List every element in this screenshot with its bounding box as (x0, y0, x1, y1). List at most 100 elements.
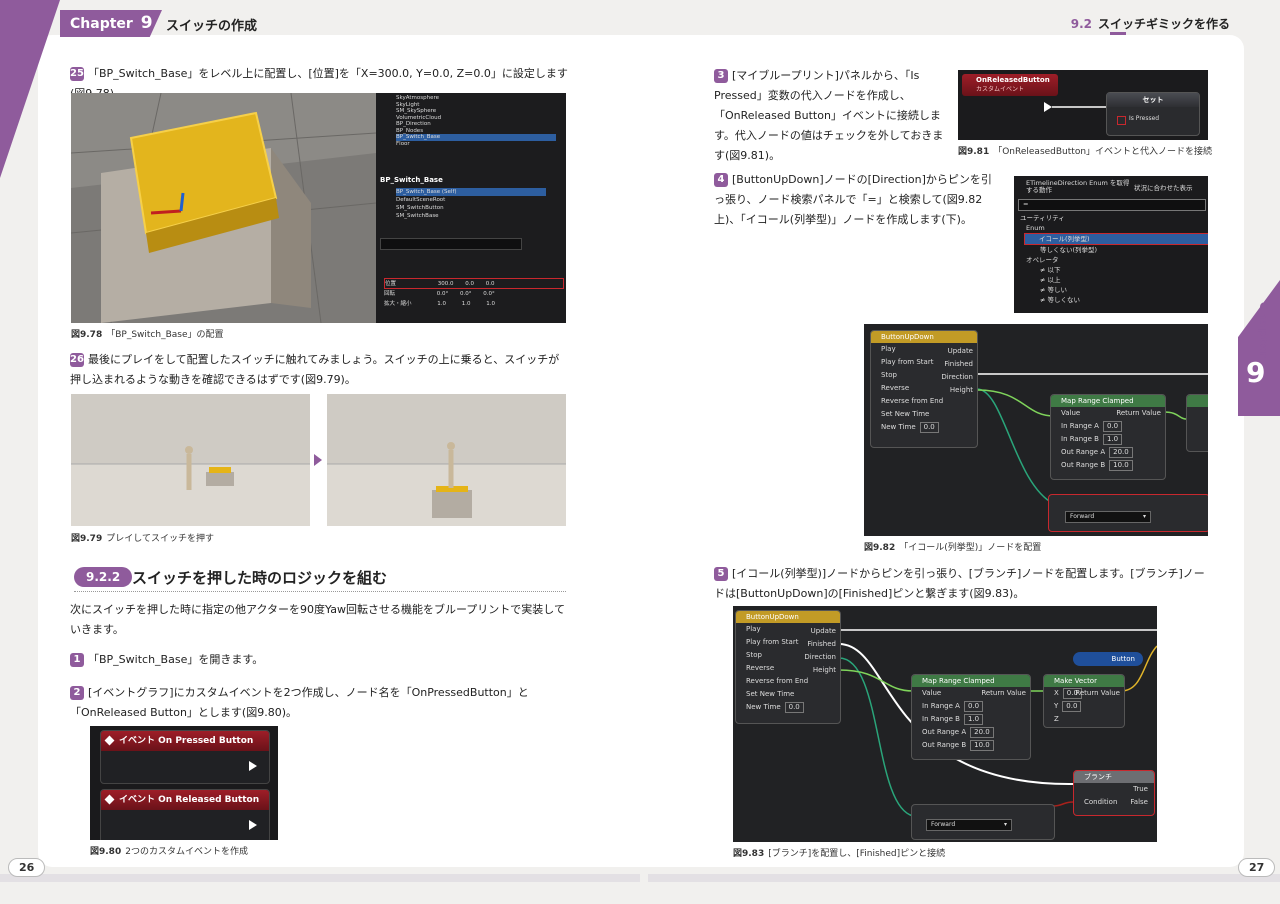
out-pin[interactable]: Finished (941, 358, 973, 371)
out-pin[interactable]: Return Value (981, 687, 1026, 700)
caption-text: プレイしてスイッチを押す (106, 534, 214, 544)
component-item[interactable]: BP_Switch_Base (Self) (396, 188, 546, 196)
result-equal-enum[interactable]: イコール(列挙型) (1024, 233, 1208, 245)
timeline-node[interactable]: ButtonUpDown Play Play from Start Stop R… (735, 610, 841, 724)
out-pin[interactable]: Update (804, 625, 836, 638)
editor-panels: SkyAtmosphere SkyLight SM_SkySphere Volu… (376, 93, 566, 323)
caption-9-80: 図9.80 2つのカスタムイベントを作成 (90, 844, 248, 857)
pin[interactable]: Y 0.0 (1044, 700, 1124, 713)
pin[interactable]: X 0.0 Return Value (1044, 687, 1124, 700)
pin-value[interactable]: 0.0 (784, 702, 804, 713)
pin-label: In Range B (922, 715, 960, 723)
pin-label: In Range A (1061, 422, 1099, 430)
pin[interactable]: Out Range A 20.0 (912, 726, 1030, 739)
context-sensitive-toggle[interactable]: 状況に合わせた表示 (1134, 182, 1193, 192)
pin[interactable]: Out Range B 10.0 (1051, 459, 1165, 472)
equal-enum-node[interactable]: Forward ▾ (911, 804, 1055, 840)
out-pin[interactable]: Finished (804, 638, 836, 651)
pin-value[interactable]: 10.0 (970, 740, 994, 751)
result-operator[interactable]: ≠ 等しくない (1020, 295, 1208, 305)
caption-9-78: 図9.78 「BP_Switch_Base」の配置 (71, 327, 224, 340)
out-pin[interactable]: Update (941, 345, 973, 358)
branch-node[interactable]: ブランチ True Condition False (1073, 770, 1155, 816)
component-item[interactable]: SM_SwitchBase (396, 212, 546, 220)
pin-value[interactable]: 10.0 (1109, 460, 1133, 471)
event-node-released[interactable]: イベント On Released Button (100, 789, 270, 840)
enum-dropdown[interactable]: Forward ▾ (926, 819, 1012, 831)
pin[interactable]: New Time 0.0 (871, 421, 977, 434)
timeline-node[interactable]: ButtonUpDown Play Play from Start Stop R… (870, 330, 978, 448)
category-operator[interactable]: オペレータ (1020, 255, 1208, 265)
out-pin[interactable]: Height (941, 384, 973, 397)
details-search-input[interactable] (380, 238, 522, 250)
equal-enum-node[interactable]: Forward ▾ (1048, 494, 1208, 532)
exec-pin-icon[interactable] (249, 820, 257, 830)
pin[interactable]: Value Return Value (1051, 407, 1165, 420)
step-text: 最後にプレイをして配置したスイッチに触れてみましょう。スイッチの上に乗ると、スイ… (70, 353, 560, 386)
pin-value[interactable]: 0.0 (1102, 421, 1123, 432)
exec-pin-icon[interactable] (249, 761, 257, 771)
out-pin[interactable]: Height (804, 664, 836, 677)
result-not-equal-enum[interactable]: 等しくない(列挙型) (1020, 245, 1208, 255)
pin[interactable]: In Range A 0.0 (1051, 420, 1165, 433)
step-text: [ButtonUpDown]ノードの[Direction]からピンを引っ張り、ノ… (714, 173, 992, 226)
step-text: [イベントグラフ]にカスタムイベントを2つ作成し、ノード名を「OnPressed… (70, 686, 529, 719)
figure-number: 図9.79 (71, 534, 103, 544)
chapter-tab: Chapter 9 (60, 10, 162, 37)
out-pin[interactable]: False (1130, 796, 1148, 809)
variable-label: Button (1111, 655, 1135, 663)
scale-row[interactable]: 拡大・縮小 1.0 1.0 1.0 (384, 299, 564, 309)
rotation-row[interactable]: 回転 0.0° 0.0° 0.0° (384, 289, 564, 299)
button-variable-node[interactable]: Button (1073, 652, 1143, 666)
component-item[interactable]: DefaultSceneRoot (396, 196, 546, 204)
pin[interactable]: Set New Time (871, 408, 977, 421)
out-pin[interactable]: True (1133, 783, 1148, 796)
pin-value[interactable]: 0.0 (1062, 701, 1082, 712)
out-pin[interactable]: Return Value (1075, 687, 1120, 700)
is-pressed-checkbox[interactable] (1117, 116, 1126, 125)
outliner-list: SkyAtmosphere SkyLight SM_SkySphere Volu… (396, 95, 556, 147)
step-1: 1 「BP_Switch_Base」を開きます。 (70, 650, 568, 670)
pin-value[interactable]: 20.0 (1109, 447, 1133, 458)
component-item[interactable]: SM_SwitchButton (396, 204, 546, 212)
pin[interactable]: True (1074, 783, 1154, 796)
map-range-node[interactable]: Map Range Clamped Value Return Value In R… (911, 674, 1031, 760)
pin[interactable]: In Range B 1.0 (1051, 433, 1165, 446)
map-range-node[interactable]: Map Range Clamped Value Return Value In R… (1050, 394, 1166, 480)
location-row[interactable]: 位置 300.0 0.0 0.0 (384, 278, 564, 289)
pin[interactable]: Value Return Value (912, 687, 1030, 700)
result-operator[interactable]: ≠ 以上 (1020, 275, 1208, 285)
out-pin[interactable]: Return Value (1116, 407, 1161, 420)
pin-label: Value (922, 689, 942, 697)
pin-value[interactable]: 1.0 (963, 714, 984, 725)
event-node-pressed[interactable]: イベント On Pressed Button (100, 730, 270, 784)
category-utility[interactable]: ユーティリティ (1020, 213, 1208, 223)
make-vector-node-partial[interactable] (1186, 394, 1208, 452)
pin-value[interactable]: 0.0 (963, 701, 984, 712)
pin[interactable]: Set New Time (736, 688, 840, 701)
pin[interactable]: Condition False (1074, 796, 1154, 809)
side-tab-number: 9 (1246, 356, 1266, 389)
search-input[interactable]: = (1018, 199, 1206, 211)
category-enum[interactable]: Enum (1020, 223, 1208, 233)
pin[interactable]: In Range A 0.0 (912, 700, 1030, 713)
make-vector-node[interactable]: Make Vector X 0.0 Return Value Y 0.0 Z (1043, 674, 1125, 728)
pin[interactable]: New Time 0.0 (736, 701, 840, 714)
set-node[interactable]: セット Is Pressed (1106, 92, 1200, 136)
pin-value[interactable]: 1.0 (1102, 434, 1123, 445)
outliner-item[interactable]: Floor (396, 141, 556, 148)
out-pin[interactable]: Direction (941, 371, 973, 384)
pin[interactable]: Z (1044, 713, 1124, 726)
pin-label: Out Range B (922, 741, 967, 749)
pin[interactable]: In Range B 1.0 (912, 713, 1030, 726)
result-operator[interactable]: ≠ 以下 (1020, 265, 1208, 275)
result-operator[interactable]: ≠ 等しい (1020, 285, 1208, 295)
pin[interactable]: Out Range B 10.0 (912, 739, 1030, 752)
out-pin[interactable]: Direction (804, 651, 836, 664)
enum-dropdown[interactable]: Forward ▾ (1065, 511, 1151, 523)
pin[interactable]: Out Range A 20.0 (1051, 446, 1165, 459)
step-badge: 5 (714, 567, 728, 581)
pin-value[interactable]: 0.0 (919, 422, 939, 433)
figure-9-83: ButtonUpDown Play Play from Start Stop R… (733, 606, 1157, 842)
pin-value[interactable]: 20.0 (970, 727, 994, 738)
